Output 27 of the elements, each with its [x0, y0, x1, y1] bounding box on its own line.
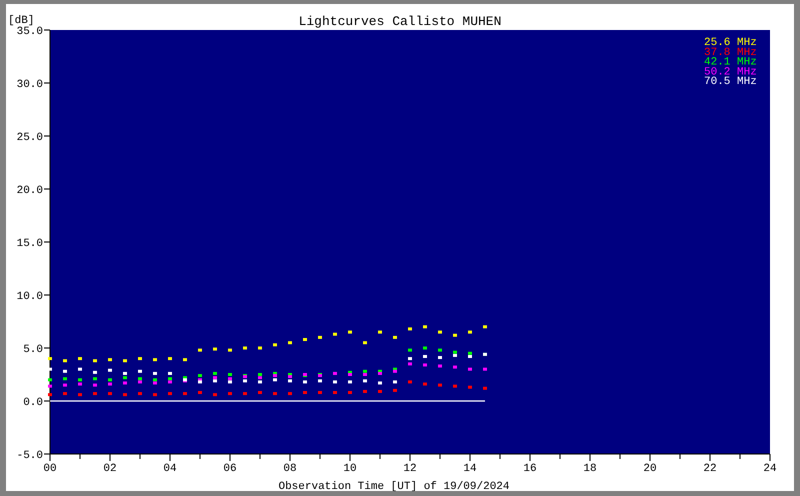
tick-label: 10 — [343, 463, 357, 475]
tick-label: -5.0 — [16, 450, 43, 462]
tick-label: 30.0 — [16, 79, 43, 91]
chart-title: Lightcurves Callisto MUHEN — [298, 14, 502, 29]
tick-label: 08 — [283, 463, 297, 475]
tick-label: 20 — [643, 463, 657, 475]
tick-label: 35.0 — [16, 26, 43, 38]
tick-label: 12 — [403, 463, 417, 475]
tick-label: 06 — [223, 463, 237, 475]
tick-label: 10.0 — [16, 291, 43, 303]
tick-label: 0.0 — [23, 397, 43, 409]
tick-label: 02 — [103, 463, 117, 475]
axis-label: [dB] — [8, 15, 34, 27]
tick-label: 16 — [523, 463, 537, 475]
tick-label: 24 — [763, 463, 777, 475]
legend-label: 25.6 MHz — [704, 37, 757, 49]
tick-label: 14 — [463, 463, 477, 475]
tick-label: 20.0 — [16, 185, 43, 197]
tick-label: 18 — [583, 463, 597, 475]
tick-label: 25.0 — [16, 132, 43, 144]
axis-label: Observation Time [UT] of 19/09/2024 — [278, 481, 510, 491]
tick-label: 04 — [163, 463, 177, 475]
legend-label: 70.5 MHz — [704, 76, 757, 88]
tick-label: 5.0 — [23, 344, 43, 356]
tick-label: 00 — [43, 463, 57, 475]
tick-label: 22 — [703, 463, 717, 475]
tick-label: 15.0 — [16, 238, 43, 250]
